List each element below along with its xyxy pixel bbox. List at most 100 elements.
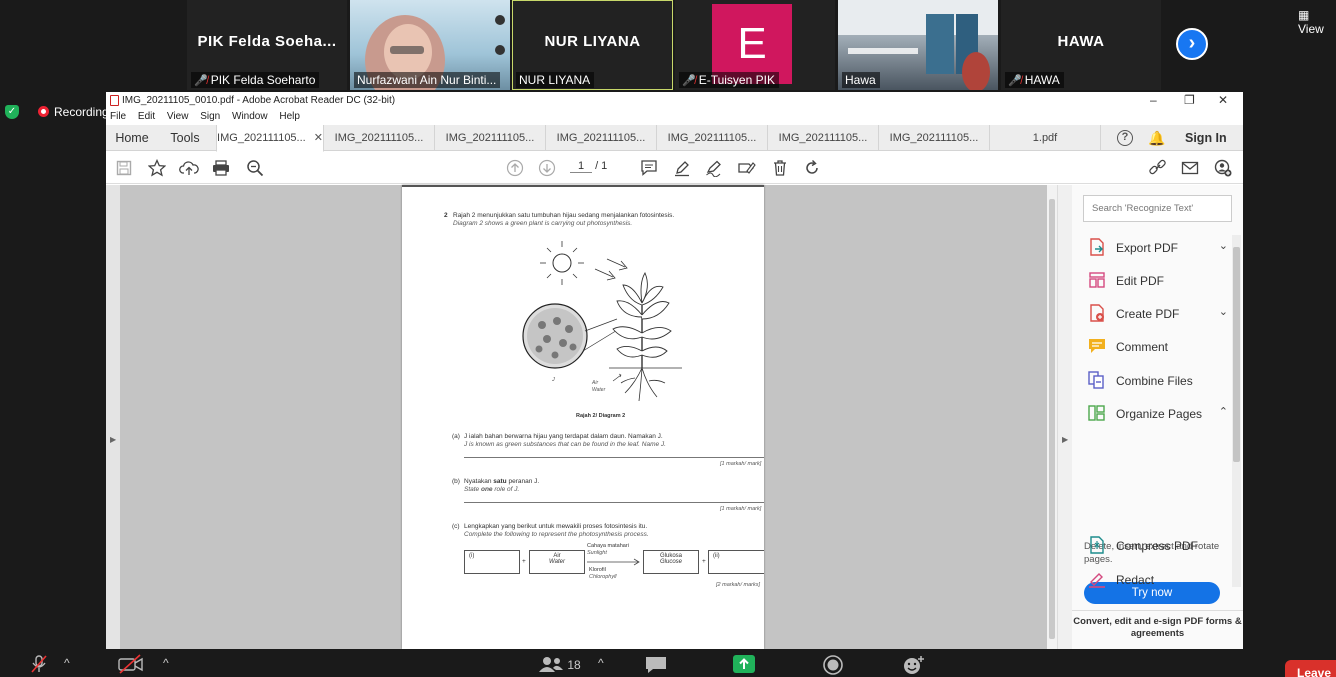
menu-edit[interactable]: Edit [138,111,155,122]
menu-help[interactable]: Help [279,111,300,122]
chevron-down-icon[interactable]: ⌄ [1219,305,1228,318]
comment-icon [1089,339,1105,353]
tool-label: Organize Pages [1116,407,1203,421]
tool-create-pdf[interactable]: Create PDF ⌄ [1088,303,1228,325]
next-participants-button[interactable]: › [1176,28,1208,60]
tool-export-pdf[interactable]: Export PDF ⌄ [1088,237,1228,259]
share-link-icon[interactable] [1147,157,1169,179]
page-down-icon[interactable] [536,157,558,179]
record-button[interactable] [823,655,843,677]
document-viewer[interactable]: ▶ 2 Rajah 2 menunjukkan satu tumbuhan hi… [106,185,1047,649]
tab-document[interactable]: IMG_202111105... [879,125,990,151]
tools-panel-scrollbar[interactable] [1232,235,1241,587]
tab-document[interactable]: IMG_202111105... [657,125,768,151]
add-user-icon[interactable] [1212,157,1234,179]
participant-tile[interactable]: PIK Felda Soeha... 🎤̸ PIK Felda Soeharto [187,0,347,90]
right-panel-toggle[interactable]: ▶ [1057,185,1072,649]
share-screen-button[interactable] [733,655,755,676]
tab-home[interactable]: Home [106,125,158,151]
toolbar: 1 / 1 [106,152,1243,184]
zoom-search-icon[interactable] [244,157,266,179]
upload-cloud-icon[interactable] [178,157,200,179]
compress-pdf-icon [1090,536,1104,554]
mic-muted-icon: 🎤̸ [194,75,208,87]
mute-button[interactable] [30,654,48,677]
participants-options-button[interactable]: ^ [598,656,604,670]
part-a-text-en: J is known as green substances that can … [464,441,666,448]
participant-tile[interactable]: E 🎤̸ E-Tuisyen PIK [675,0,835,90]
tab-document[interactable]: IMG_202111105... [435,125,546,151]
notification-bell-icon[interactable]: 🔔 [1148,130,1165,147]
participant-tile[interactable]: HAWA 🎤̸ HAWA [1001,0,1161,90]
tool-organize-pages[interactable]: Organize Pages ⌃ [1088,403,1228,425]
recording-indicator[interactable]: Recording [38,105,109,119]
tool-combine-files[interactable]: Combine Files [1088,370,1228,392]
participants-button[interactable]: 18 [538,656,581,672]
page-number-input[interactable]: 1 [570,160,592,173]
close-window-button[interactable]: ✕ [1218,93,1228,107]
page-up-icon[interactable] [504,157,526,179]
tool-compress-pdf[interactable]: Compress PDF [1088,535,1228,557]
menu-view[interactable]: View [167,111,189,122]
search-tools-input[interactable]: Search 'Recognize Text' [1083,195,1232,222]
stop-video-button[interactable] [118,654,144,677]
combine-files-icon [1088,371,1104,389]
tool-redact[interactable]: Redact [1088,569,1228,591]
participant-name: Hawa [845,73,876,87]
left-panel-toggle[interactable]: ▶ [106,185,120,649]
bookmark-star-icon[interactable] [146,157,168,179]
participant-tile-active[interactable]: NUR LIYANA NUR LIYANA [512,0,673,90]
comment-icon[interactable] [638,157,660,179]
print-icon[interactable] [210,157,232,179]
restore-button[interactable]: ❐ [1184,93,1195,107]
leave-button[interactable]: Leave [1285,660,1336,677]
participant-video-tile[interactable]: Nurfazwani Ain Nur Binti... [350,0,510,90]
record-icon [823,655,843,675]
participant-video-tile[interactable]: Hawa [838,0,998,90]
menu-file[interactable]: File [110,111,126,122]
fill-sign-icon[interactable] [736,157,758,179]
plus-sign: + [522,558,526,565]
save-icon[interactable] [113,157,135,179]
close-tab-icon[interactable]: ✕ [314,132,323,144]
chevron-up-icon[interactable]: ⌃ [1219,405,1228,418]
part-c-marks: [2 markah/ marks] [716,582,761,588]
tab-document[interactable]: IMG_202111105... [546,125,657,151]
participants-icon [539,657,563,672]
sign-in-button[interactable]: Sign In [1185,131,1227,145]
tool-edit-pdf[interactable]: Edit PDF [1088,270,1228,292]
tab-document[interactable]: IMG_202111105... [768,125,879,151]
equation-box-ii: (ii) [708,550,764,574]
tool-comment[interactable]: Comment [1088,336,1228,358]
part-c-text-en: Complete the following to represent the … [464,531,649,538]
participant-big-name: NUR LIYANA [544,33,641,50]
delete-trash-icon[interactable] [769,157,791,179]
part-c-text-ms: Lengkapkan yang berikut untuk mewakili p… [464,523,648,530]
chat-button[interactable] [645,656,667,677]
video-options-button[interactable]: ^ [163,656,169,670]
tab-document[interactable]: IMG_202111105... [324,125,435,151]
reactions-button[interactable] [903,655,925,677]
document-scrollbar[interactable] [1047,185,1057,649]
email-icon[interactable] [1179,157,1201,179]
tab-tools[interactable]: Tools [158,125,212,151]
participant-caption: 🎤̸ E-Tuisyen PIK [679,72,779,88]
scrollbar-thumb[interactable] [1049,199,1055,639]
tab-document-active[interactable]: IMG_202111105... ✕ [216,125,324,152]
chevron-down-icon[interactable]: ⌄ [1219,239,1228,252]
menu-window[interactable]: Window [232,111,268,122]
participant-name: NUR LIYANA [519,73,591,87]
sign-icon[interactable] [703,157,725,179]
minimize-button[interactable]: – [1150,93,1157,107]
scrollbar-thumb[interactable] [1233,247,1240,462]
highlight-pen-icon[interactable] [671,157,693,179]
menu-sign[interactable]: Sign [200,111,220,122]
security-shield-icon: ✓ [5,105,19,119]
answer-line [464,502,764,503]
tab-document[interactable]: 1.pdf [990,125,1101,151]
help-icon[interactable]: ? [1117,130,1133,146]
rotate-icon[interactable] [801,157,823,179]
audio-options-button[interactable]: ^ [64,656,70,670]
grid-icon: ▦ [1298,8,1310,22]
view-button[interactable]: ▦ View [1298,8,1336,36]
